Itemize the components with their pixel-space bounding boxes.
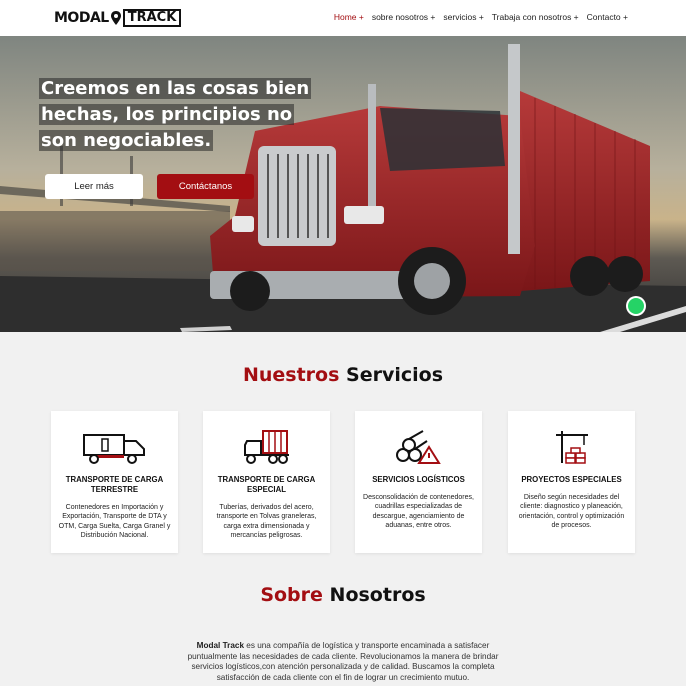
hero-title-line-3: son negociables. [39,130,214,151]
crane-icon [508,429,635,465]
card-title: PROYECTOS ESPECIALES [521,475,622,484]
hero-title-line-2: hechas, los principios no [39,104,295,125]
service-card-servicios-logisticos[interactable]: SERVICIOS LOGÍSTICOS Desconsolidación de… [355,411,482,553]
service-card-transporte-especial[interactable]: TRANSPORTE DE CARGA ESPECIAL Tuberías, d… [203,411,330,553]
card-desc: Contenedores en Importación y Exportació… [58,504,171,539]
hero-title-line-1: Creemos en las cosas bien [39,78,312,99]
whatsapp-icon[interactable] [626,296,646,316]
about-text: Modal Track es una compañía de logística… [175,641,511,683]
card-desc: Tuberías, derivados del acero, transport… [216,504,317,539]
contact-button[interactable]: Contáctanos [157,174,254,199]
service-card-transporte-terrestre[interactable]: TRANSPORTE DE CARGA TERRESTRE Contenedor… [51,411,178,553]
main-nav: Home + sobre nosotros + servicios + Trab… [334,12,628,22]
hero-banner: Creemos en las cosas bien hechas, los pr… [0,36,686,332]
card-title: TRANSPORTE DE CARGA ESPECIAL [217,475,316,494]
pipes-warning-icon [355,429,482,465]
nav-home[interactable]: Home + [334,12,364,22]
truck-icon [51,429,178,465]
card-title: TRANSPORTE DE CARGA TERRESTRE [65,475,164,494]
services-title: Nuestros Servicios [0,364,686,386]
card-desc: Diseño según necesidades del cliente: di… [518,494,625,529]
nav-contacto[interactable]: Contacto + [587,12,628,22]
services-title-accent: Nuestros [242,364,340,386]
read-more-button[interactable]: Leer más [45,174,143,199]
site-header: MODAL TRACK Home + sobre nosotros + serv… [0,0,686,36]
nav-servicios[interactable]: servicios + [443,12,483,22]
nav-sobre-nosotros[interactable]: sobre nosotros + [372,12,436,22]
hero-title: Creemos en las cosas bien hechas, los pr… [39,76,312,154]
logo[interactable]: MODAL TRACK [54,8,182,28]
card-title: SERVICIOS LOGÍSTICOS [372,475,465,484]
container-truck-icon [203,429,330,465]
service-card-proyectos-especiales[interactable]: PROYECTOS ESPECIALES Diseño según necesi… [508,411,635,553]
about-title-rest: Nosotros [329,584,426,606]
about-title: Sobre Nosotros [0,584,686,606]
logo-text-track: TRACK [122,9,182,27]
about-brand: Modal Track [196,641,244,650]
nav-trabaja-con-nosotros[interactable]: Trabaja con nosotros + [492,12,579,22]
logo-text-modal: MODAL [54,10,109,26]
services-title-rest: Servicios [346,364,444,386]
about-title-accent: Sobre [260,584,323,606]
pin-icon [110,11,121,25]
card-desc: Desconsolidación de contenedores, cuadri… [363,494,474,529]
